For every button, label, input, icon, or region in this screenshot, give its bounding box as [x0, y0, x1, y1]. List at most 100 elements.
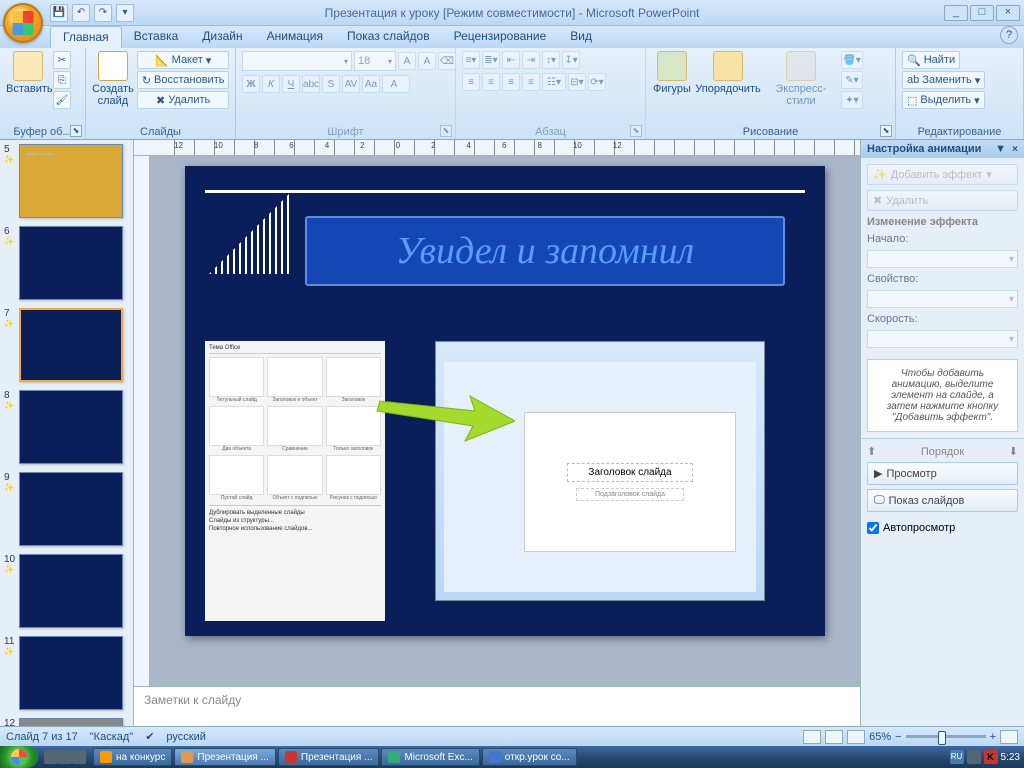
replace-button[interactable]: ab Заменить ▾	[902, 71, 985, 89]
close-button[interactable]: ×	[996, 5, 1020, 21]
tab-review[interactable]: Рецензирование	[442, 26, 559, 48]
slide-panel[interactable]: 5✨Увидел и узнал 6✨ 7✨ 8✨ 9✨ 10✨ 11✨ 12	[0, 140, 134, 746]
underline-icon[interactable]: Ч	[282, 75, 300, 93]
tab-view[interactable]: Вид	[558, 26, 604, 48]
bullets-icon[interactable]: ≡▾	[462, 51, 480, 69]
delete-button[interactable]: ✖ Удалить	[137, 91, 230, 109]
start-button[interactable]	[0, 746, 38, 768]
autopreview-checkbox[interactable]	[867, 522, 879, 534]
line-spacing-icon[interactable]: ↕▾	[542, 51, 560, 69]
shadow-icon[interactable]: S	[322, 75, 340, 93]
slideshow-button[interactable]: 🖵 Показ слайдов	[867, 489, 1018, 512]
reorder-up-icon[interactable]: ⬆	[867, 445, 876, 458]
anim-pane-dropdown-icon[interactable]: ▼	[995, 143, 1006, 155]
preview-button[interactable]: ▶ Просмотр	[867, 462, 1018, 485]
slide-title-box[interactable]: Увидел и запомнил	[305, 216, 785, 286]
clear-format-icon[interactable]: ⌫	[438, 52, 456, 70]
current-slide[interactable]: Увидел и запомнил Тема Office Титульный …	[185, 166, 825, 636]
kaspersky-icon[interactable]: K	[984, 750, 998, 764]
maximize-button[interactable]: □	[970, 5, 994, 21]
tray-icon[interactable]	[967, 750, 981, 764]
qat-redo-icon[interactable]: ↷	[94, 4, 112, 22]
indent-icon[interactable]: ⇥	[522, 51, 540, 69]
taskbar-item[interactable]: Microsoft Exc...	[381, 748, 479, 766]
tab-animation[interactable]: Анимация	[255, 26, 335, 48]
quick-launch-icon[interactable]	[44, 750, 58, 764]
font-family-combo[interactable]: ▾	[242, 51, 352, 71]
select-button[interactable]: ⬚ Выделить ▾	[902, 91, 985, 109]
case-icon[interactable]: Aa	[362, 75, 380, 93]
para-launcher-icon[interactable]: ⬊	[630, 125, 642, 137]
italic-icon[interactable]: К	[262, 75, 280, 93]
qat-undo-icon[interactable]: ↶	[72, 4, 90, 22]
zoom-out-icon[interactable]: −	[895, 731, 901, 743]
quick-styles-button[interactable]: Экспресс-стили	[764, 51, 838, 107]
shape-outline-icon[interactable]: ✎▾	[841, 71, 863, 89]
paste-button[interactable]: Вставить	[6, 51, 50, 95]
clock[interactable]: 5:23	[1001, 752, 1020, 763]
notes-pane[interactable]: Заметки к слайду	[134, 686, 860, 730]
view-normal-icon[interactable]	[803, 730, 821, 744]
slide-thumb-9[interactable]	[19, 472, 123, 546]
slide-canvas[interactable]: Увидел и запомнил Тема Office Титульный …	[150, 156, 860, 686]
slide-thumb-11[interactable]	[19, 636, 123, 710]
new-slide-button[interactable]: Создать слайд	[92, 51, 134, 107]
align-left-icon[interactable]: ≡	[462, 73, 480, 91]
slide-thumb-5[interactable]: Увидел и узнал	[19, 144, 123, 218]
zoom-in-icon[interactable]: +	[990, 731, 996, 743]
slide-thumb-7[interactable]	[19, 308, 123, 382]
fit-window-icon[interactable]	[1000, 730, 1018, 744]
reorder-down-icon[interactable]: ⬇	[1009, 445, 1018, 458]
spacing-icon[interactable]: AV	[342, 75, 360, 93]
font-color-icon[interactable]: A	[382, 75, 410, 93]
format-painter-icon[interactable]: 🖌	[53, 91, 71, 109]
start-combo[interactable]: ▾	[867, 250, 1018, 268]
tab-home[interactable]: Главная	[50, 26, 122, 48]
minimize-button[interactable]: _	[944, 5, 968, 21]
columns-icon[interactable]: ☷▾	[542, 73, 566, 91]
justify-icon[interactable]: ≡	[522, 73, 540, 91]
clipboard-launcher-icon[interactable]: ⬊	[70, 125, 82, 137]
cut-icon[interactable]: ✂	[53, 51, 71, 69]
font-launcher-icon[interactable]: ⬊	[440, 125, 452, 137]
zoom-value[interactable]: 65%	[869, 731, 891, 743]
reset-button[interactable]: ↻ Восстановить	[137, 71, 230, 89]
shrink-font-icon[interactable]: A	[418, 52, 436, 70]
qat-more-icon[interactable]: ▾	[116, 4, 134, 22]
help-icon[interactable]: ?	[1000, 26, 1018, 44]
arrange-button[interactable]: Упорядочить	[695, 51, 761, 95]
align-center-icon[interactable]: ≡	[482, 73, 500, 91]
copy-icon[interactable]: ⎘	[53, 71, 71, 89]
taskbar-item[interactable]: Презентация ...	[174, 748, 276, 766]
status-lang[interactable]: русский	[166, 731, 205, 743]
ruler-vertical[interactable]	[134, 156, 150, 686]
ruler-horizontal[interactable]: 12108642024681012	[134, 140, 860, 156]
taskbar-item[interactable]: откр.урок со...	[482, 748, 577, 766]
tab-insert[interactable]: Вставка	[122, 26, 191, 48]
shapes-button[interactable]: Фигуры	[652, 51, 692, 95]
remove-effect-button[interactable]: ✖ Удалить	[867, 190, 1018, 211]
bold-icon[interactable]: Ж	[242, 75, 260, 93]
speed-combo[interactable]: ▾	[867, 330, 1018, 348]
slide-thumb-10[interactable]	[19, 554, 123, 628]
slide-thumb-6[interactable]	[19, 226, 123, 300]
find-button[interactable]: 🔍 Найти	[902, 51, 960, 69]
tab-design[interactable]: Дизайн	[190, 26, 254, 48]
quick-launch-icon[interactable]	[58, 750, 72, 764]
numbering-icon[interactable]: ≣▾	[482, 51, 500, 69]
office-button[interactable]	[3, 3, 43, 43]
view-sorter-icon[interactable]	[825, 730, 843, 744]
anim-pane-close-icon[interactable]: ×	[1012, 144, 1018, 155]
tab-slideshow[interactable]: Показ слайдов	[335, 26, 442, 48]
draw-launcher-icon[interactable]: ⬊	[880, 125, 892, 137]
shape-effects-icon[interactable]: ✦▾	[841, 91, 863, 109]
outdent-icon[interactable]: ⇤	[502, 51, 520, 69]
slide-thumb-8[interactable]	[19, 390, 123, 464]
property-combo[interactable]: ▾	[867, 290, 1018, 308]
spellcheck-icon[interactable]: ✔	[145, 730, 154, 743]
view-show-icon[interactable]	[847, 730, 865, 744]
text-direction-icon[interactable]: ↧▾	[562, 51, 580, 69]
quick-launch-icon[interactable]	[72, 750, 86, 764]
align-right-icon[interactable]: ≡	[502, 73, 520, 91]
strike-icon[interactable]: abc	[302, 75, 320, 93]
